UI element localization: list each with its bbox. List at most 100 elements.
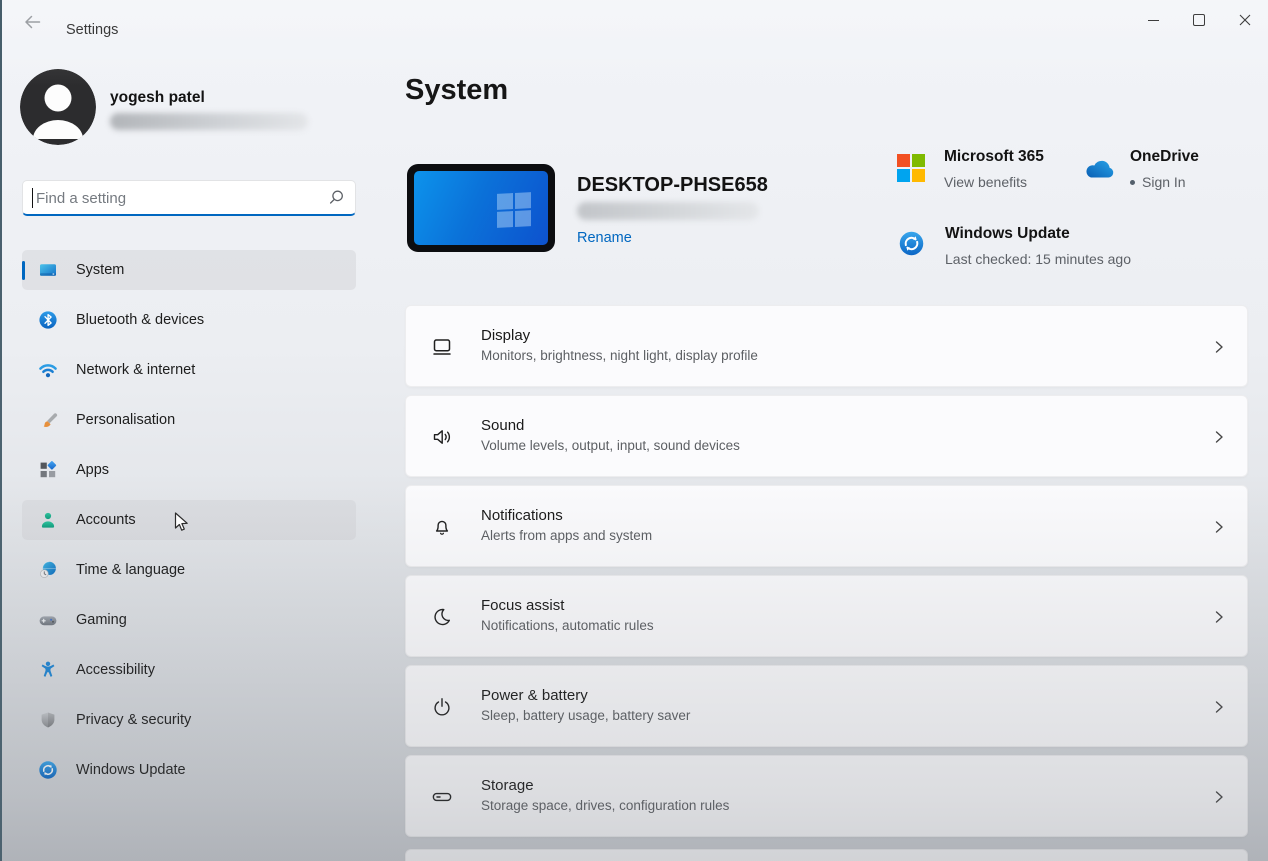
settings-row-sound[interactable]: Sound Volume levels, output, input, soun…	[405, 395, 1248, 477]
windows-update-icon	[898, 230, 925, 262]
bluetooth-icon	[38, 310, 58, 330]
settings-row-display[interactable]: Display Monitors, brightness, night ligh…	[405, 305, 1248, 387]
app-title: Settings	[66, 22, 118, 38]
notifications-bell-icon	[430, 515, 454, 539]
gaming-controller-icon	[38, 610, 58, 630]
sidebar-item-bluetooth-devices[interactable]: Bluetooth & devices	[22, 300, 356, 340]
card-title: Microsoft 365	[944, 148, 1044, 166]
sidebar-item-system[interactable]: System	[22, 250, 356, 290]
sidebar-item-label: System	[76, 262, 124, 278]
settings-row-power-battery[interactable]: Power & battery Sleep, battery usage, ba…	[405, 665, 1248, 747]
row-title: Power & battery	[481, 687, 690, 704]
sidebar-item-accounts[interactable]: Accounts	[22, 500, 356, 540]
windows-update-card[interactable]: Windows Update Last checked: 15 minutes …	[898, 225, 1158, 281]
windows-update-icon	[38, 760, 58, 780]
row-subtitle: Storage space, drives, configuration rul…	[481, 798, 729, 813]
sidebar-item-windows-update[interactable]: Windows Update	[22, 750, 356, 790]
storage-drive-icon	[430, 785, 454, 809]
sidebar-item-label: Accounts	[76, 512, 136, 528]
chevron-right-icon	[1211, 699, 1227, 720]
sidebar-item-label: Accessibility	[76, 662, 155, 678]
sidebar-item-network-internet[interactable]: Network & internet	[22, 350, 356, 390]
chevron-right-icon	[1211, 609, 1227, 630]
sidebar-item-label: Privacy & security	[76, 712, 191, 728]
settings-window: Settings yogesh patel	[0, 0, 1268, 861]
row-subtitle: Alerts from apps and system	[481, 528, 652, 543]
network-wifi-icon	[38, 360, 58, 380]
microsoft-365-card[interactable]: Microsoft 365 View benefits	[897, 148, 1072, 204]
sidebar-item-accessibility[interactable]: Accessibility	[22, 650, 356, 690]
window-left-edge	[0, 0, 2, 861]
power-symbol-icon	[430, 695, 454, 719]
onedrive-card[interactable]: OneDrive Sign In	[1083, 148, 1223, 204]
minimize-icon	[1148, 20, 1159, 21]
maximize-button[interactable]	[1176, 0, 1222, 40]
selected-indicator	[22, 261, 25, 280]
onedrive-cloud-icon	[1083, 158, 1117, 185]
view-benefits-link[interactable]: View benefits	[944, 174, 1027, 190]
row-title: Display	[481, 327, 758, 344]
settings-row-storage[interactable]: Storage Storage space, drives, configura…	[405, 755, 1248, 837]
settings-row-focus-assist[interactable]: Focus assist Notifications, automatic ru…	[405, 575, 1248, 657]
row-title: Sound	[481, 417, 740, 434]
device-wallpaper	[414, 171, 548, 245]
row-title: Focus assist	[481, 597, 654, 614]
chevron-right-icon	[1211, 519, 1227, 540]
settings-row-partial[interactable]	[405, 849, 1248, 861]
windows-logo-icon	[497, 192, 531, 228]
sidebar-item-label: Apps	[76, 462, 109, 478]
rename-link[interactable]: Rename	[577, 230, 632, 246]
settings-row-notifications[interactable]: Notifications Alerts from apps and syste…	[405, 485, 1248, 567]
row-title: Storage	[481, 777, 729, 794]
microsoft-logo-icon	[897, 154, 925, 187]
row-subtitle: Monitors, brightness, night light, displ…	[481, 348, 758, 363]
row-subtitle: Sleep, battery usage, battery saver	[481, 708, 690, 723]
search-box	[22, 180, 356, 216]
last-checked-status: Last checked: 15 minutes ago	[945, 251, 1131, 267]
sign-in-link[interactable]: Sign In	[1130, 174, 1186, 190]
accounts-person-icon	[38, 510, 58, 530]
user-name: yogesh patel	[110, 89, 205, 107]
apps-grid-icon	[38, 460, 58, 480]
accessibility-person-icon	[38, 660, 58, 680]
avatar	[20, 69, 96, 145]
redacted-device-info	[577, 202, 759, 220]
back-button[interactable]	[18, 10, 46, 34]
sidebar-item-label: Gaming	[76, 612, 127, 628]
sound-speaker-icon	[430, 425, 454, 449]
sidebar-item-label: Personalisation	[76, 412, 175, 428]
row-subtitle: Volume levels, output, input, sound devi…	[481, 438, 740, 453]
chevron-right-icon	[1211, 429, 1227, 450]
card-title: Windows Update	[945, 225, 1070, 243]
titlebar: Settings	[0, 0, 1268, 44]
back-arrow-icon	[21, 12, 43, 32]
window-controls	[1130, 0, 1268, 40]
redacted-user-email	[110, 113, 308, 130]
search-icon	[327, 189, 345, 212]
page-title: System	[405, 74, 508, 107]
time-language-icon	[38, 560, 58, 580]
system-display-icon	[38, 260, 58, 280]
chevron-right-icon	[1211, 339, 1227, 360]
device-thumbnail	[407, 164, 555, 252]
close-button[interactable]	[1222, 0, 1268, 40]
focus-moon-icon	[430, 605, 454, 629]
personalisation-brush-icon	[38, 410, 58, 430]
sidebar-item-personalisation[interactable]: Personalisation	[22, 400, 356, 440]
chevron-right-icon	[1211, 789, 1227, 810]
card-title: OneDrive	[1130, 148, 1199, 166]
sidebar-item-gaming[interactable]: Gaming	[22, 600, 356, 640]
sidebar-item-label: Network & internet	[76, 362, 195, 378]
privacy-shield-icon	[38, 710, 58, 730]
sidebar-item-label: Windows Update	[76, 762, 186, 778]
sidebar-item-time-language[interactable]: Time & language	[22, 550, 356, 590]
sidebar-item-label: Bluetooth & devices	[76, 312, 204, 328]
sidebar-item-apps[interactable]: Apps	[22, 450, 356, 490]
avatar-person-icon	[20, 69, 96, 145]
display-monitor-icon	[430, 335, 454, 359]
sidebar-item-privacy-security[interactable]: Privacy & security	[22, 700, 356, 740]
minimize-button[interactable]	[1130, 0, 1176, 40]
row-subtitle: Notifications, automatic rules	[481, 618, 654, 633]
search-input[interactable]	[34, 184, 308, 213]
row-title: Notifications	[481, 507, 652, 524]
